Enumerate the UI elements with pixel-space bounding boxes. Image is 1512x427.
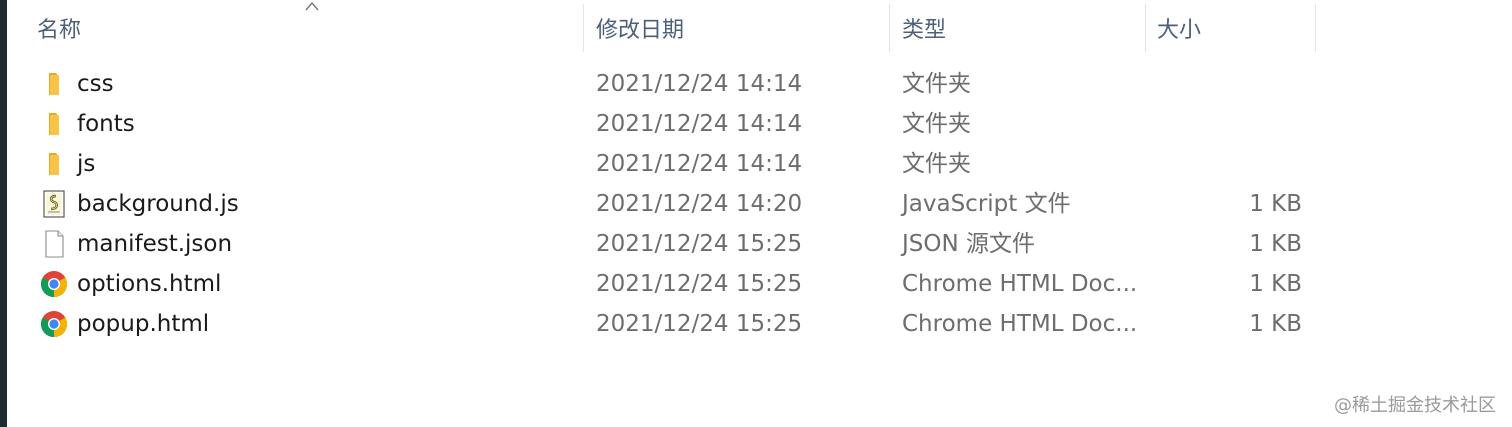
file-row-fonts[interactable]: fonts 2021/12/24 14:14 文件夹 bbox=[7, 104, 1512, 144]
folder-icon bbox=[49, 113, 59, 135]
column-divider[interactable] bbox=[583, 4, 584, 52]
window-left-edge bbox=[0, 0, 7, 427]
file-type: 文件夹 bbox=[902, 71, 971, 97]
file-name: fonts bbox=[77, 111, 135, 137]
file-name: js bbox=[77, 151, 96, 177]
column-divider[interactable] bbox=[889, 4, 890, 52]
file-size bbox=[1167, 144, 1302, 184]
file-date-modified: 2021/12/24 15:25 bbox=[596, 231, 803, 257]
column-header-date-label: 修改日期 bbox=[596, 18, 685, 43]
column-divider[interactable] bbox=[1145, 4, 1146, 52]
column-header-type[interactable]: 类型 bbox=[902, 0, 946, 56]
file-date-modified: 2021/12/24 14:14 bbox=[596, 111, 803, 137]
file-type: JavaScript 文件 bbox=[902, 191, 1071, 217]
file-type: Chrome HTML Doc... bbox=[902, 311, 1138, 337]
chrome-icon bbox=[40, 271, 68, 298]
column-divider[interactable] bbox=[1315, 4, 1316, 52]
sort-ascending-icon[interactable] bbox=[305, 0, 319, 12]
file-type: 文件夹 bbox=[902, 151, 971, 177]
file-size: 1 KB bbox=[1249, 311, 1302, 337]
column-header-type-label: 类型 bbox=[902, 18, 947, 43]
file-name: background.js bbox=[77, 191, 239, 217]
file-type: JSON 源文件 bbox=[902, 231, 1036, 257]
file-date-modified: 2021/12/24 14:20 bbox=[596, 191, 803, 217]
file-name: options.html bbox=[77, 271, 222, 297]
blank-file-icon bbox=[45, 230, 64, 258]
column-header-size[interactable]: 大小 bbox=[1157, 0, 1201, 56]
file-size bbox=[1167, 64, 1302, 104]
file-date-modified: 2021/12/24 14:14 bbox=[596, 151, 803, 177]
folder-icon bbox=[49, 73, 59, 95]
file-row-options-html[interactable]: options.html 2021/12/24 15:25 Chrome HTM… bbox=[7, 264, 1512, 304]
file-size: 1 KB bbox=[1249, 191, 1302, 217]
file-list: css 2021/12/24 14:14 文件夹 fonts 2021/12/2… bbox=[7, 64, 1512, 344]
file-name: css bbox=[77, 71, 114, 97]
file-type: 文件夹 bbox=[902, 111, 971, 137]
file-row-background-js[interactable]: background.js 2021/12/24 14:20 JavaScrip… bbox=[7, 184, 1512, 224]
file-size: 1 KB bbox=[1249, 271, 1302, 297]
file-date-modified: 2021/12/24 15:25 bbox=[596, 271, 803, 297]
watermark: @稀土掘金技术社区 bbox=[1334, 395, 1496, 416]
file-date-modified: 2021/12/24 14:14 bbox=[596, 71, 803, 97]
chrome-icon bbox=[40, 311, 68, 338]
file-row-manifest-json[interactable]: manifest.json 2021/12/24 15:25 JSON 源文件 … bbox=[7, 224, 1512, 264]
file-name: popup.html bbox=[77, 311, 210, 337]
file-size bbox=[1167, 104, 1302, 144]
file-row-css[interactable]: css 2021/12/24 14:14 文件夹 bbox=[7, 64, 1512, 104]
file-row-js[interactable]: js 2021/12/24 14:14 文件夹 bbox=[7, 144, 1512, 184]
file-name: manifest.json bbox=[77, 231, 233, 257]
file-type: Chrome HTML Doc... bbox=[902, 271, 1138, 297]
folder-icon bbox=[49, 153, 59, 175]
file-size: 1 KB bbox=[1249, 231, 1302, 257]
file-date-modified: 2021/12/24 15:25 bbox=[596, 311, 803, 337]
column-header-name[interactable]: 名称 bbox=[37, 0, 81, 56]
script-file-icon bbox=[43, 190, 65, 218]
column-header-bar: 名称 修改日期 类型 大小 bbox=[7, 0, 1512, 56]
column-header-date-modified[interactable]: 修改日期 bbox=[596, 0, 684, 56]
file-row-popup-html[interactable]: popup.html 2021/12/24 15:25 Chrome HTML … bbox=[7, 304, 1512, 344]
column-header-size-label: 大小 bbox=[1157, 18, 1202, 43]
column-header-name-label: 名称 bbox=[37, 18, 82, 43]
